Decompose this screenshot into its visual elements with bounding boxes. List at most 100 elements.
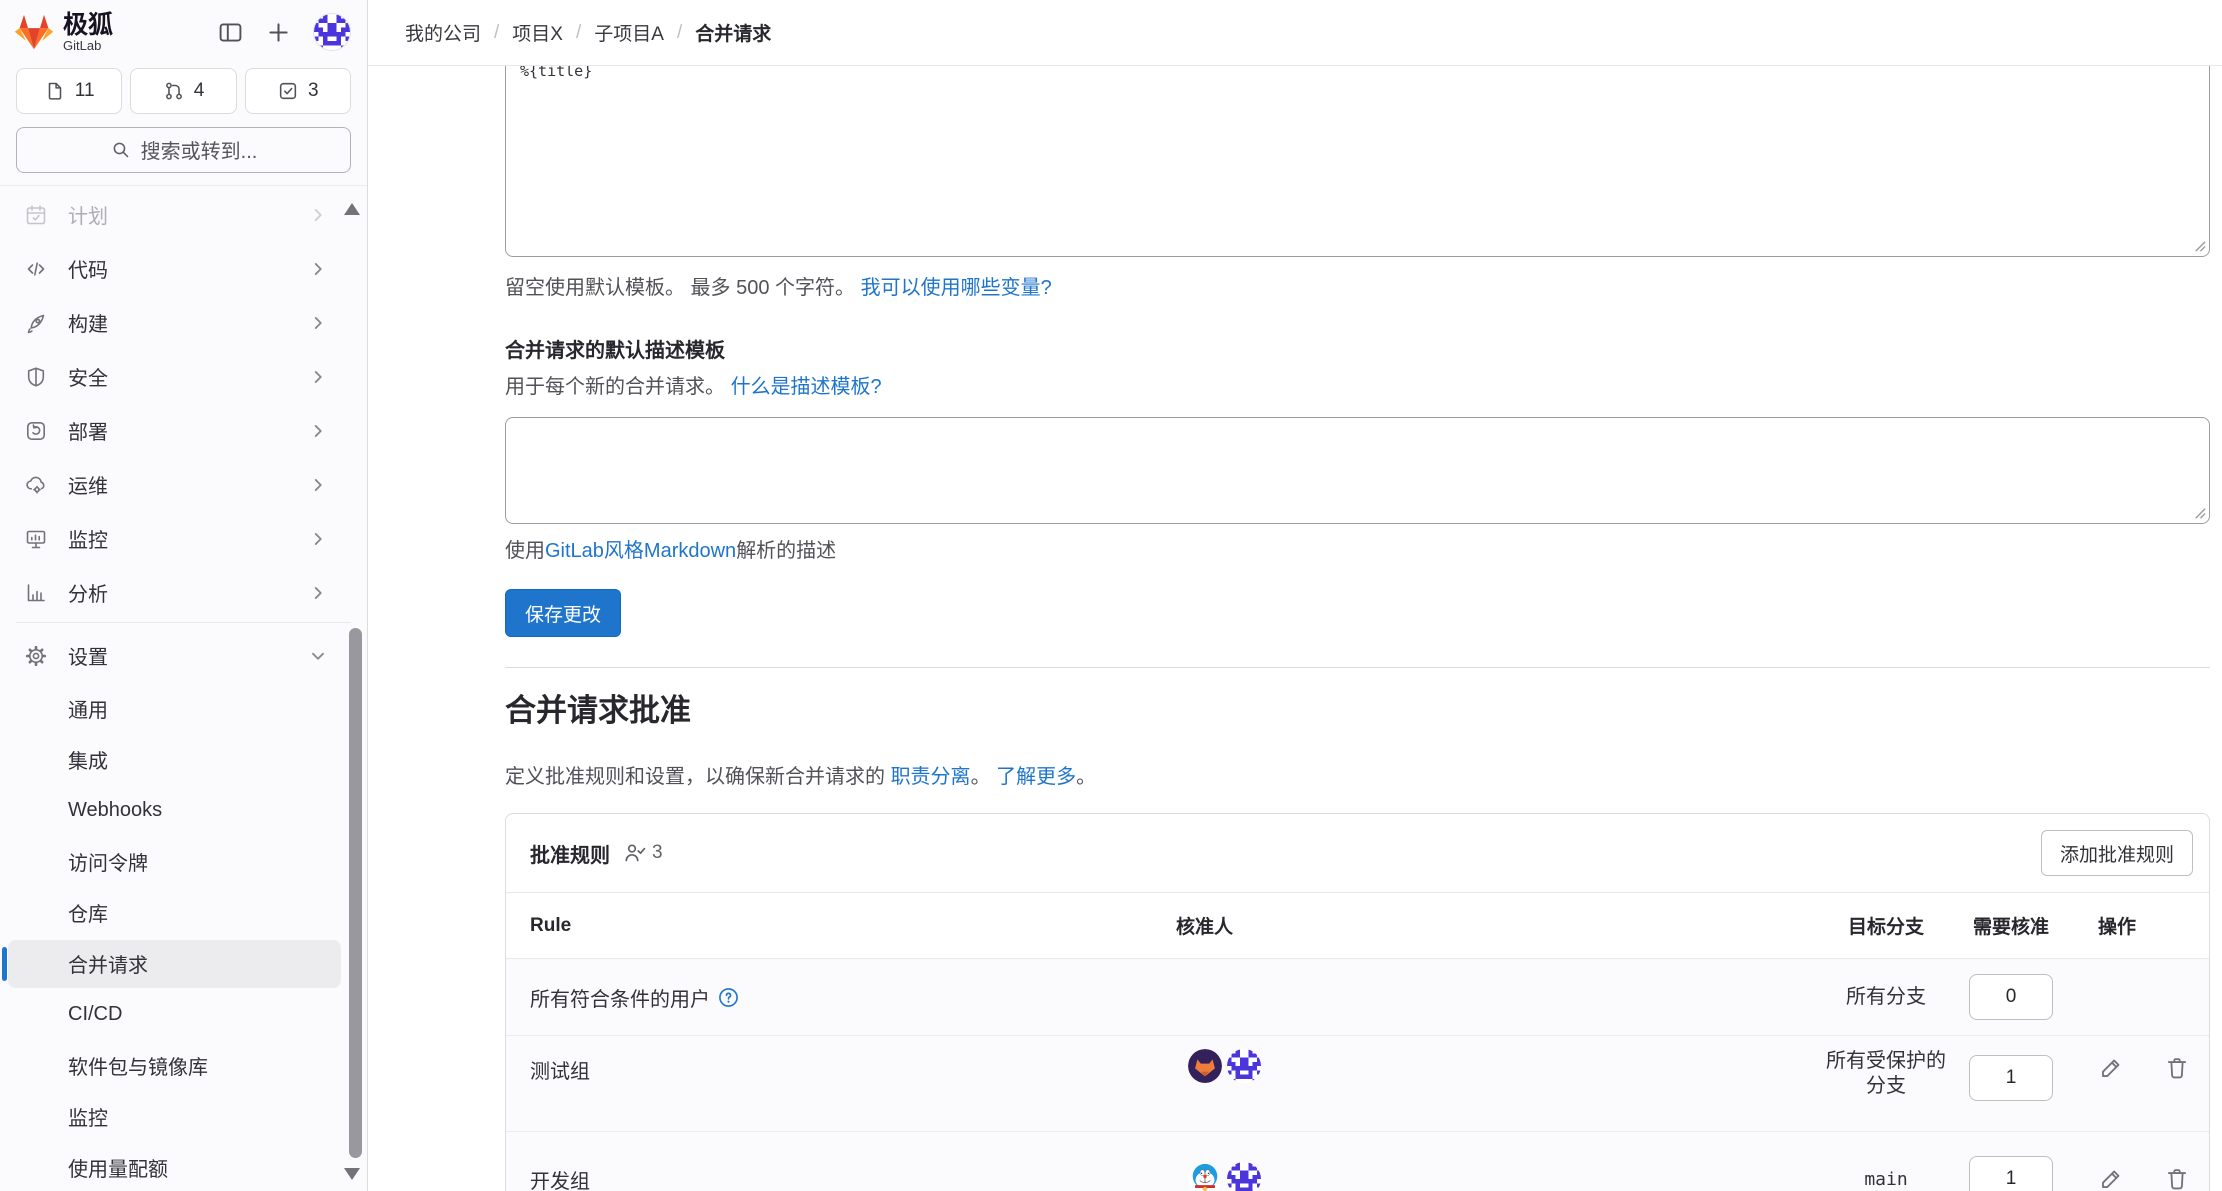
settings-item-repository[interactable]: 仓库 <box>8 889 341 937</box>
search-icon <box>110 139 131 160</box>
sidebar-item-label: 运维 <box>68 470 108 499</box>
sidebar-item-security[interactable]: 安全 <box>8 352 341 402</box>
merge-requests-counter[interactable]: 4 <box>130 68 236 114</box>
new-menu-button[interactable] <box>265 19 292 46</box>
mr-title-template-textarea[interactable]: %{title} <box>505 66 2210 257</box>
sidebar-item-deploy[interactable]: 部署 <box>8 406 341 456</box>
chevron-right-icon <box>307 366 329 388</box>
breadcrumb-separator: / <box>677 22 682 44</box>
edit-rule-button[interactable] <box>2098 1166 2124 1191</box>
sidebar-item-build[interactable]: 构建 <box>8 298 341 348</box>
approvals-required-input[interactable] <box>1969 1156 2053 1191</box>
todo-icon <box>277 80 299 102</box>
settings-item-label: 监控 <box>68 1102 108 1131</box>
chevron-right-icon <box>307 204 329 226</box>
rule-name: 开发组 <box>530 1165 590 1191</box>
sidebar-item-code[interactable]: 代码 <box>8 244 341 294</box>
approvers-list <box>1176 1049 1821 1083</box>
learn-more-link[interactable]: 了解更多 <box>996 766 1076 788</box>
approvers-list <box>1176 1162 1821 1191</box>
description-template-label: 合并请求的默认描述模板 <box>505 334 2210 363</box>
rocket-icon <box>24 311 48 335</box>
sidebar-scroll-down-arrow[interactable] <box>344 1168 360 1180</box>
approver-avatar-fox[interactable] <box>1188 1049 1222 1083</box>
add-approval-rule-button[interactable]: 添加批准规则 <box>2041 830 2193 876</box>
sidebar-item-settings[interactable]: 设置 <box>8 631 341 681</box>
column-approvers: 核准人 <box>1176 912 1821 939</box>
settings-item-monitor[interactable]: 监控 <box>8 1093 341 1141</box>
sidebar-scrollbar-thumb[interactable] <box>349 628 362 1158</box>
edit-rule-button[interactable] <box>2098 1055 2124 1081</box>
issues-counter[interactable]: 11 <box>16 68 122 114</box>
search-or-go-to[interactable]: 搜索或转到... <box>16 127 351 173</box>
settings-item-merge-requests[interactable]: 合并请求 <box>8 940 341 988</box>
settings-item-general[interactable]: 通用 <box>8 685 341 733</box>
separation-of-duties-link[interactable]: 职责分离 <box>891 766 971 788</box>
chevron-right-icon <box>307 528 329 550</box>
approvals-heading: 合并请求批准 <box>505 685 2210 730</box>
sidebar-item-label: 安全 <box>68 362 108 391</box>
approver-avatar-pixel[interactable] <box>1227 1162 1261 1191</box>
search-placeholder: 搜索或转到... <box>141 135 258 164</box>
mr-description-template-textarea[interactable] <box>505 417 2210 524</box>
breadcrumb-subproject[interactable]: 子项目A <box>594 19 664 46</box>
markdown-hint-prefix: 使用 <box>505 540 545 562</box>
markdown-link[interactable]: GitLab风格Markdown <box>545 540 736 562</box>
trash-icon <box>2164 1055 2190 1081</box>
settings-item-access-tokens[interactable]: 访问令牌 <box>8 838 341 886</box>
chevron-right-icon <box>307 420 329 442</box>
approver-avatar-doraemon[interactable] <box>1188 1162 1222 1191</box>
bar-chart-icon <box>24 581 48 605</box>
settings-item-cicd[interactable]: CI/CD <box>8 991 341 1039</box>
pencil-icon <box>2098 1055 2124 1081</box>
variables-help-link[interactable]: 我可以使用哪些变量? <box>861 277 1052 299</box>
chevron-right-icon <box>307 582 329 604</box>
breadcrumb-group[interactable]: 我的公司 <box>405 19 481 46</box>
brand-logo[interactable]: 极狐 GitLab <box>14 12 113 53</box>
column-target-branch: 目标分支 <box>1821 912 1951 939</box>
settings-item-integrations[interactable]: 集成 <box>8 736 341 784</box>
app-window: 极狐 GitLab <box>0 0 2222 1191</box>
settings-item-label: 仓库 <box>68 898 108 927</box>
issues-icon <box>44 80 66 102</box>
breadcrumb-project[interactable]: 项目X <box>512 19 563 46</box>
target-branch: main <box>1821 1167 1951 1191</box>
approvals-required-input[interactable] <box>1969 974 2053 1020</box>
approvals-required-input[interactable] <box>1969 1055 2053 1101</box>
rule-name: 测试组 <box>530 1055 590 1084</box>
save-changes-button[interactable]: 保存更改 <box>505 589 621 637</box>
resize-grip-icon[interactable] <box>2192 505 2207 520</box>
gitlab-tanuki-icon <box>14 14 54 51</box>
settings-item-usage-quotas[interactable]: 使用量配额 <box>8 1144 341 1191</box>
cloud-gear-icon <box>24 473 48 497</box>
sidebar-item-analyze[interactable]: 分析 <box>8 568 341 618</box>
approvals-description: 定义批准规则和设置，以确保新合并请求的 <box>505 766 885 788</box>
description-template-hint: 用于每个新的合并请求。 <box>505 376 725 398</box>
merge-requests-count: 4 <box>194 80 205 102</box>
settings-item-label: 软件包与镜像库 <box>68 1051 208 1080</box>
brand-subtitle: GitLab <box>63 39 113 53</box>
todos-counter[interactable]: 3 <box>245 68 351 114</box>
target-branch: 所有分支 <box>1821 985 1951 1010</box>
user-avatar[interactable] <box>313 13 351 51</box>
resize-grip-icon[interactable] <box>2192 238 2207 253</box>
settings-item-packages[interactable]: 软件包与镜像库 <box>8 1042 341 1090</box>
sidebar-item-operate[interactable]: 运维 <box>8 460 341 510</box>
sidebar-item-plan[interactable]: 计划 <box>8 190 341 240</box>
sidebar-collapse-button[interactable] <box>217 19 244 46</box>
approval-rule-row: 所有符合条件的用户 所有分支 <box>506 959 2209 1036</box>
template-hint-text: 留空使用默认模板。 最多 500 个字符。 <box>505 277 855 299</box>
help-question-icon[interactable] <box>718 987 739 1008</box>
sidebar-scroll-up-arrow[interactable] <box>344 203 360 215</box>
approval-rules-title: 批准规则 <box>530 839 610 868</box>
chevron-right-icon <box>307 474 329 496</box>
approver-avatar-pixel[interactable] <box>1227 1049 1261 1083</box>
delete-rule-button[interactable] <box>2164 1055 2190 1081</box>
panel-toggle-icon <box>217 19 244 46</box>
delete-rule-button[interactable] <box>2164 1166 2190 1191</box>
sidebar-item-monitor[interactable]: 监控 <box>8 514 341 564</box>
settings-item-webhooks[interactable]: Webhooks <box>8 787 341 835</box>
punctuation: 。 <box>1076 766 1096 788</box>
description-template-help-link[interactable]: 什么是描述模板? <box>731 376 882 398</box>
column-rule: Rule <box>506 915 1176 937</box>
